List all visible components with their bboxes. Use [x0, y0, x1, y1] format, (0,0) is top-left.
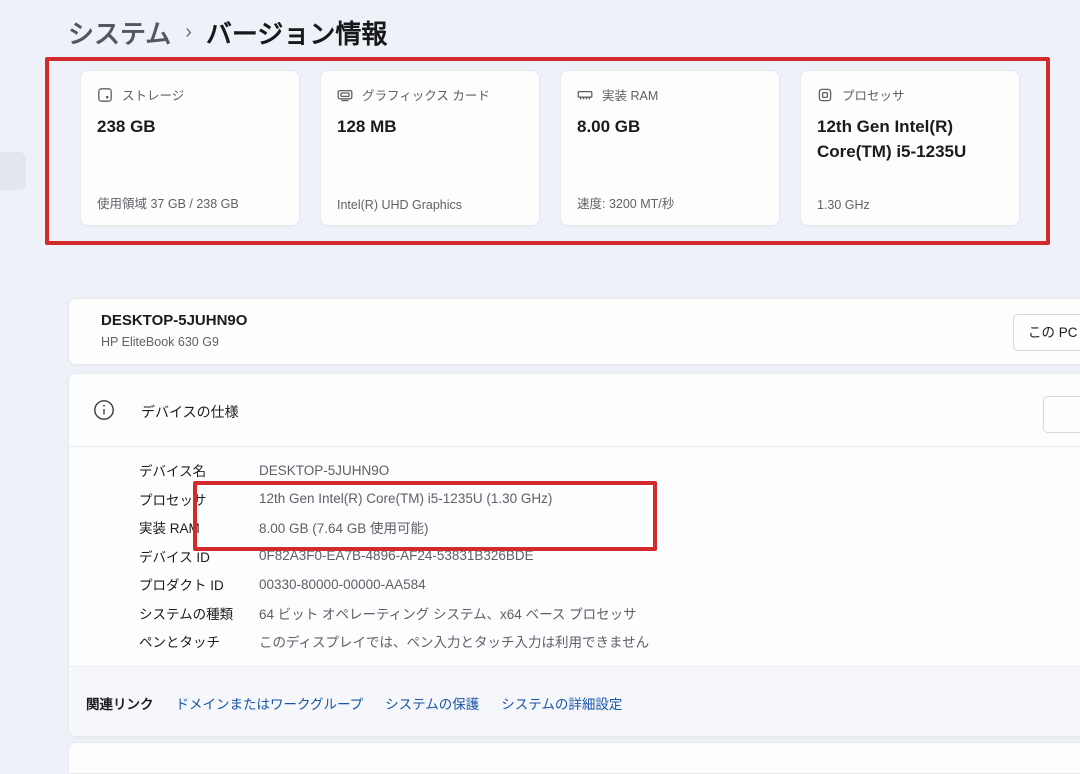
link-advanced-system-settings[interactable]: システムの詳細設定 [501, 693, 622, 713]
spec-label: 実装 RAM [139, 517, 259, 537]
ram-icon [577, 87, 593, 103]
spec-value: 12th Gen Intel(R) Core(TM) i5-1235U (1.3… [259, 491, 552, 506]
storage-card: ストレージ 238 GB 使用領域 37 GB / 238 GB [80, 70, 300, 226]
spec-row-pen-touch: ペンとタッチ このディスプレイでは、ペン入力とタッチ入力は利用できません [139, 627, 1039, 656]
ram-card-detail: 速度: 3200 MT/秒 [577, 193, 674, 212]
spec-value: 8.00 GB (7.64 GB 使用可能) [259, 517, 429, 537]
storage-card-value: 238 GB [97, 115, 283, 140]
rename-pc-button[interactable]: この PC の [1013, 314, 1080, 351]
related-links-row: 関連リンク ドメインまたはワークグループ システムの保護 システムの詳細設定 [69, 667, 1080, 737]
spec-row-processor: プロセッサ 12th Gen Intel(R) Core(TM) i5-1235… [139, 485, 1039, 514]
page-title: バージョン情報 [206, 14, 387, 51]
chevron-right-icon: › [185, 21, 192, 44]
processor-icon [817, 87, 833, 103]
graphics-card-value: 128 MB [337, 115, 523, 140]
storage-card-detail: 使用領域 37 GB / 238 GB [97, 193, 239, 212]
device-specs-card: デバイスの仕様 デバイス名 DESKTOP-5JUHN9O プロセッサ 12th… [68, 373, 1080, 737]
link-domain-or-workgroup[interactable]: ドメインまたはワークグループ [176, 693, 364, 713]
spec-label: ペンとタッチ [139, 631, 259, 651]
spec-label: デバイス名 [139, 460, 259, 480]
ram-card-label: 実装 RAM [602, 85, 658, 104]
divider [69, 446, 1080, 447]
graphics-card-label: グラフィックス カード [362, 85, 490, 104]
ram-card-value: 8.00 GB [577, 115, 763, 140]
graphics-card-icon [337, 87, 353, 103]
summary-cards-row: ストレージ 238 GB 使用領域 37 GB / 238 GB グラフィックス… [80, 70, 1020, 226]
spec-row-device-id: デバイス ID 0F82A3F0-EA7B-4896-AF24-53831B32… [139, 542, 1039, 571]
spec-value: 0F82A3F0-EA7B-4896-AF24-53831B326BDE [259, 548, 534, 563]
spec-value: 00330-80000-00000-AA584 [259, 577, 426, 592]
breadcrumb: システム › バージョン情報 [68, 12, 387, 52]
spec-label: デバイス ID [139, 546, 259, 566]
scroll-indicator [0, 152, 26, 190]
device-model: HP EliteBook 630 G9 [101, 335, 219, 349]
processor-card-label: プロセッサ [842, 85, 905, 104]
spec-label: システムの種類 [139, 603, 259, 623]
info-icon [93, 399, 115, 421]
storage-icon [97, 87, 113, 103]
link-system-protection[interactable]: システムの保護 [385, 693, 479, 713]
device-specs-title: デバイスの仕様 [141, 402, 239, 422]
storage-card-label: ストレージ [122, 85, 184, 104]
spec-value: このディスプレイでは、ペン入力とタッチ入力は利用できません [259, 631, 649, 651]
ram-card: 実装 RAM 8.00 GB 速度: 3200 MT/秒 [560, 70, 780, 226]
spec-row-product-id: プロダクト ID 00330-80000-00000-AA584 [139, 570, 1039, 599]
device-name: DESKTOP-5JUHN9O [101, 312, 247, 329]
spec-label: プロセッサ [139, 489, 259, 509]
graphics-card: グラフィックス カード 128 MB Intel(R) UHD Graphics [320, 70, 540, 226]
spec-row-system-type: システムの種類 64 ビット オペレーティング システム、x64 ベース プロセ… [139, 599, 1039, 628]
spec-row-ram: 実装 RAM 8.00 GB (7.64 GB 使用可能) [139, 513, 1039, 542]
related-links-label: 関連リンク [86, 693, 154, 713]
processor-card-detail: 1.30 GHz [817, 198, 870, 212]
breadcrumb-parent[interactable]: システム [68, 14, 171, 51]
next-section-card[interactable] [68, 742, 1080, 774]
device-specs-header[interactable]: デバイスの仕様 [69, 374, 1080, 446]
graphics-card-detail: Intel(R) UHD Graphics [337, 198, 462, 212]
spec-value: DESKTOP-5JUHN9O [259, 463, 389, 478]
device-specs-list: デバイス名 DESKTOP-5JUHN9O プロセッサ 12th Gen Int… [139, 456, 1039, 656]
device-name-card: DESKTOP-5JUHN9O HP EliteBook 630 G9 この P… [68, 298, 1080, 365]
spec-row-device-name: デバイス名 DESKTOP-5JUHN9O [139, 456, 1039, 485]
processor-card-value: 12th Gen Intel(R) Core(TM) i5-1235U [817, 115, 1003, 164]
spec-value: 64 ビット オペレーティング システム、x64 ベース プロセッサ [259, 603, 637, 623]
processor-card: プロセッサ 12th Gen Intel(R) Core(TM) i5-1235… [800, 70, 1020, 226]
spec-label: プロダクト ID [139, 574, 259, 594]
copy-button[interactable] [1043, 396, 1080, 433]
